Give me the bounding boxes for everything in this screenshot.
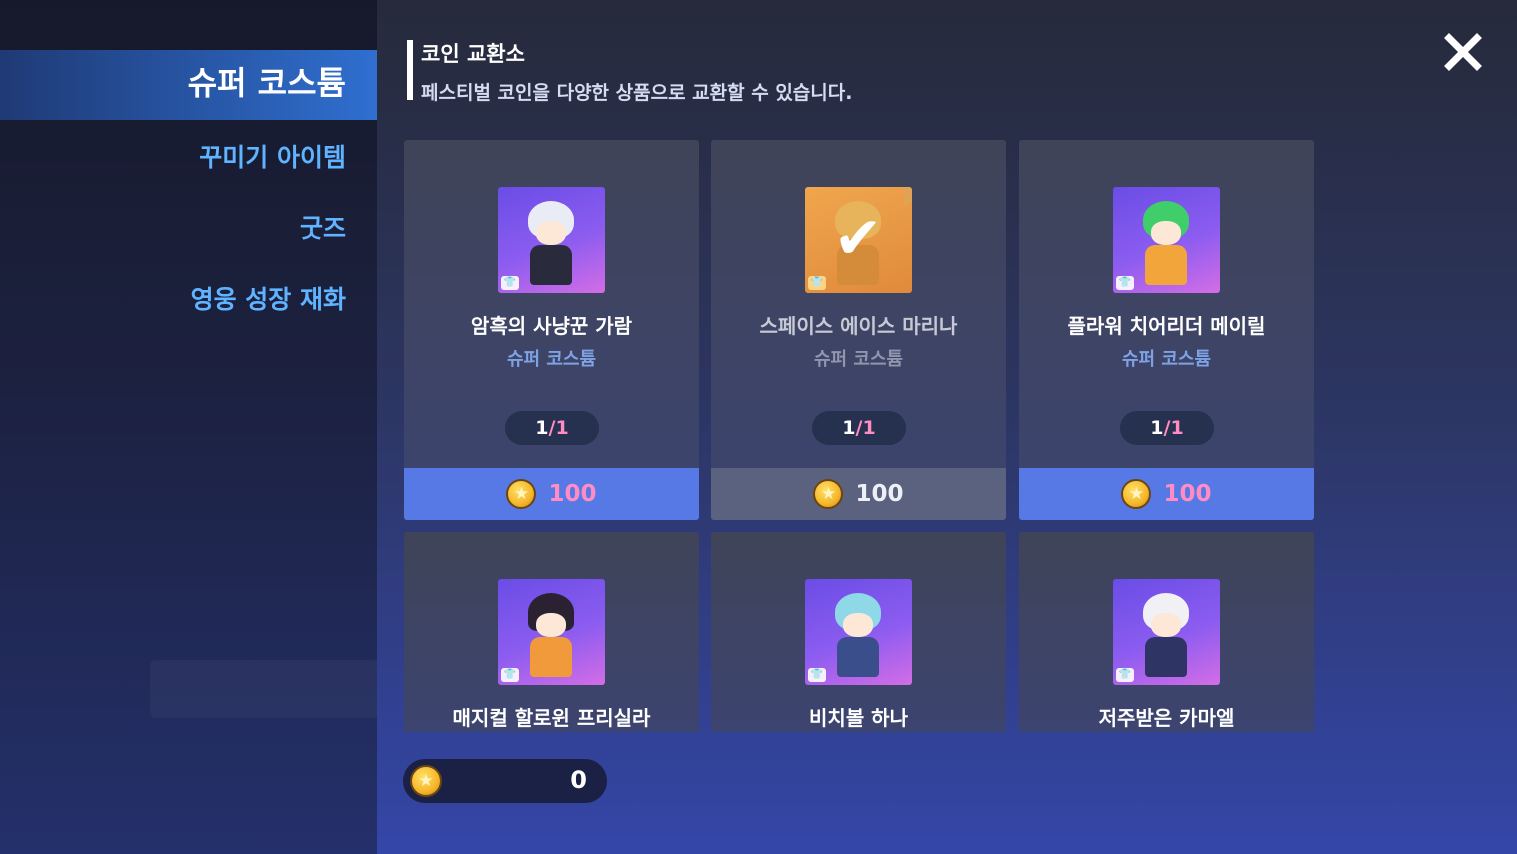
shop-item-card[interactable]: 👕 암흑의 사냥꾼 가람 슈퍼 코스튬 1/1 ★ 100 — [404, 140, 699, 520]
shop-item-card[interactable]: 👕 비치볼 하나 — [711, 532, 1006, 732]
shop-item-card[interactable]: ✔ 👕 스페이스 에이스 마리나 슈퍼 코스튬 1/1 ★ 100 — [711, 140, 1006, 520]
costume-thumbnail: 👕 — [1113, 579, 1220, 685]
costume-type-icon: 👕 — [1116, 668, 1134, 682]
costume-thumbnail: 👕 — [498, 579, 605, 685]
item-category: 슈퍼 코스튬 — [813, 349, 904, 370]
sidebar-item-goods[interactable]: 굿즈 — [300, 209, 346, 245]
item-name: 저주받은 카마엘 — [1098, 706, 1235, 730]
sidebar-item-decoration[interactable]: 꾸미기 아이템 — [199, 138, 346, 174]
character-face — [843, 613, 873, 637]
background-event-logo — [141, 453, 377, 638]
costume-thumbnail: 👕 — [805, 579, 912, 685]
close-icon — [1444, 33, 1482, 71]
character-body — [530, 637, 572, 677]
limit-max: 1 — [1170, 417, 1184, 439]
page-title: 코인 교환소 — [421, 42, 525, 66]
item-price: 100 — [855, 481, 904, 507]
costume-thumbnail: ✔ 👕 — [805, 187, 912, 293]
limit-current: 1 — [535, 417, 549, 439]
costume-type-icon: 👕 — [808, 276, 826, 290]
item-category: 슈퍼 코스튬 — [1121, 349, 1212, 370]
character-body — [530, 245, 572, 285]
shop-item-card[interactable]: 👕 플라워 치어리더 메이릴 슈퍼 코스튬 1/1 ★ 100 — [1019, 140, 1314, 520]
shop-item-card[interactable]: 👕 저주받은 카마엘 — [1019, 532, 1314, 732]
buy-button[interactable]: ★ 100 — [404, 468, 699, 520]
coin-icon: ★ — [506, 479, 537, 509]
background-panel-shadow — [150, 660, 377, 718]
purchase-limit-badge: 1/1 — [812, 411, 906, 445]
page-subtitle: 페스티벌 코인을 다양한 상품으로 교환할 수 있습니다. — [421, 82, 853, 104]
sidebar-item-hero-growth[interactable]: 영웅 성장 재화 — [191, 280, 346, 316]
purchase-limit-badge: 1/1 — [505, 411, 599, 445]
bookmark-icon — [904, 187, 912, 207]
limit-current: 1 — [1150, 417, 1164, 439]
character-body — [1145, 637, 1187, 677]
item-price: 100 — [1163, 481, 1212, 507]
limit-max: 1 — [862, 417, 876, 439]
category-sidebar: 슈퍼 코스튬 꾸미기 아이템 굿즈 영웅 성장 재화 — [0, 0, 377, 854]
item-name: 비치볼 하나 — [809, 706, 908, 730]
purchase-limit-badge: 1/1 — [1120, 411, 1214, 445]
costume-type-icon: 👕 — [1116, 276, 1134, 290]
coin-icon: ★ — [813, 479, 844, 509]
costume-thumbnail: 👕 — [1113, 187, 1220, 293]
character-body — [837, 637, 879, 677]
item-name: 플라워 치어리더 메이릴 — [1067, 314, 1266, 338]
character-body — [1145, 245, 1187, 285]
purchased-check-icon: ✔ — [833, 204, 883, 272]
close-button[interactable] — [1441, 30, 1485, 74]
buy-button[interactable]: ★ 100 — [1019, 468, 1314, 520]
festival-coin-icon: ★ — [410, 765, 442, 797]
buy-button[interactable]: ★ 100 — [711, 468, 1006, 520]
limit-max: 1 — [555, 417, 569, 439]
costume-thumbnail: 👕 — [498, 187, 605, 293]
title-accent-bar — [407, 40, 413, 100]
sidebar-item-super-costume[interactable]: 슈퍼 코스튬 — [188, 58, 346, 104]
costume-type-icon: 👕 — [501, 668, 519, 682]
character-face — [536, 221, 566, 245]
costume-type-icon: 👕 — [808, 668, 826, 682]
item-name: 스페이스 에이스 마리나 — [759, 314, 958, 338]
character-face — [536, 613, 566, 637]
item-name: 매지컬 할로윈 프리실라 — [452, 706, 651, 730]
coin-balance-amount: 0 — [570, 766, 587, 794]
character-face — [1151, 613, 1181, 637]
item-category: 슈퍼 코스튬 — [506, 349, 597, 370]
item-price: 100 — [548, 481, 597, 507]
coin-icon: ★ — [1121, 479, 1152, 509]
coin-balance: ★ 0 — [403, 759, 607, 803]
character-face — [1151, 221, 1181, 245]
limit-current: 1 — [842, 417, 856, 439]
item-name: 암흑의 사냥꾼 가람 — [470, 314, 633, 338]
costume-type-icon: 👕 — [501, 276, 519, 290]
shop-item-card[interactable]: 👕 매지컬 할로윈 프리실라 — [404, 532, 699, 732]
